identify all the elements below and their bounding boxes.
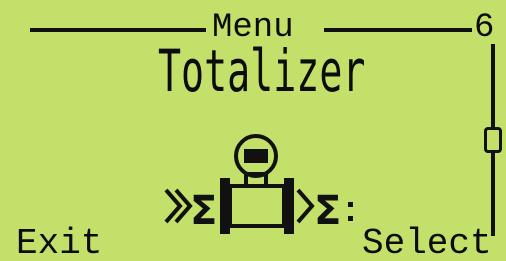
menu-item-title: Totalizer (158, 37, 366, 105)
scrollbar[interactable] (484, 44, 502, 236)
scrollbar-thumb[interactable] (484, 127, 502, 153)
select-softkey[interactable]: Select (362, 224, 492, 261)
svg-text:Σ: Σ (190, 188, 217, 234)
header-rule-left (30, 28, 206, 32)
svg-text:Σ: Σ (314, 188, 341, 234)
header-rule-right (324, 28, 472, 32)
pipe-body (228, 184, 286, 228)
flowmeter-totalizer-icon: Σ Σ (164, 134, 353, 234)
page-number: 6 (474, 9, 495, 47)
exit-softkey[interactable]: Exit (16, 224, 102, 261)
lcd-display: Menu 6 Totalizer Σ Σ Exit Select (0, 0, 506, 261)
